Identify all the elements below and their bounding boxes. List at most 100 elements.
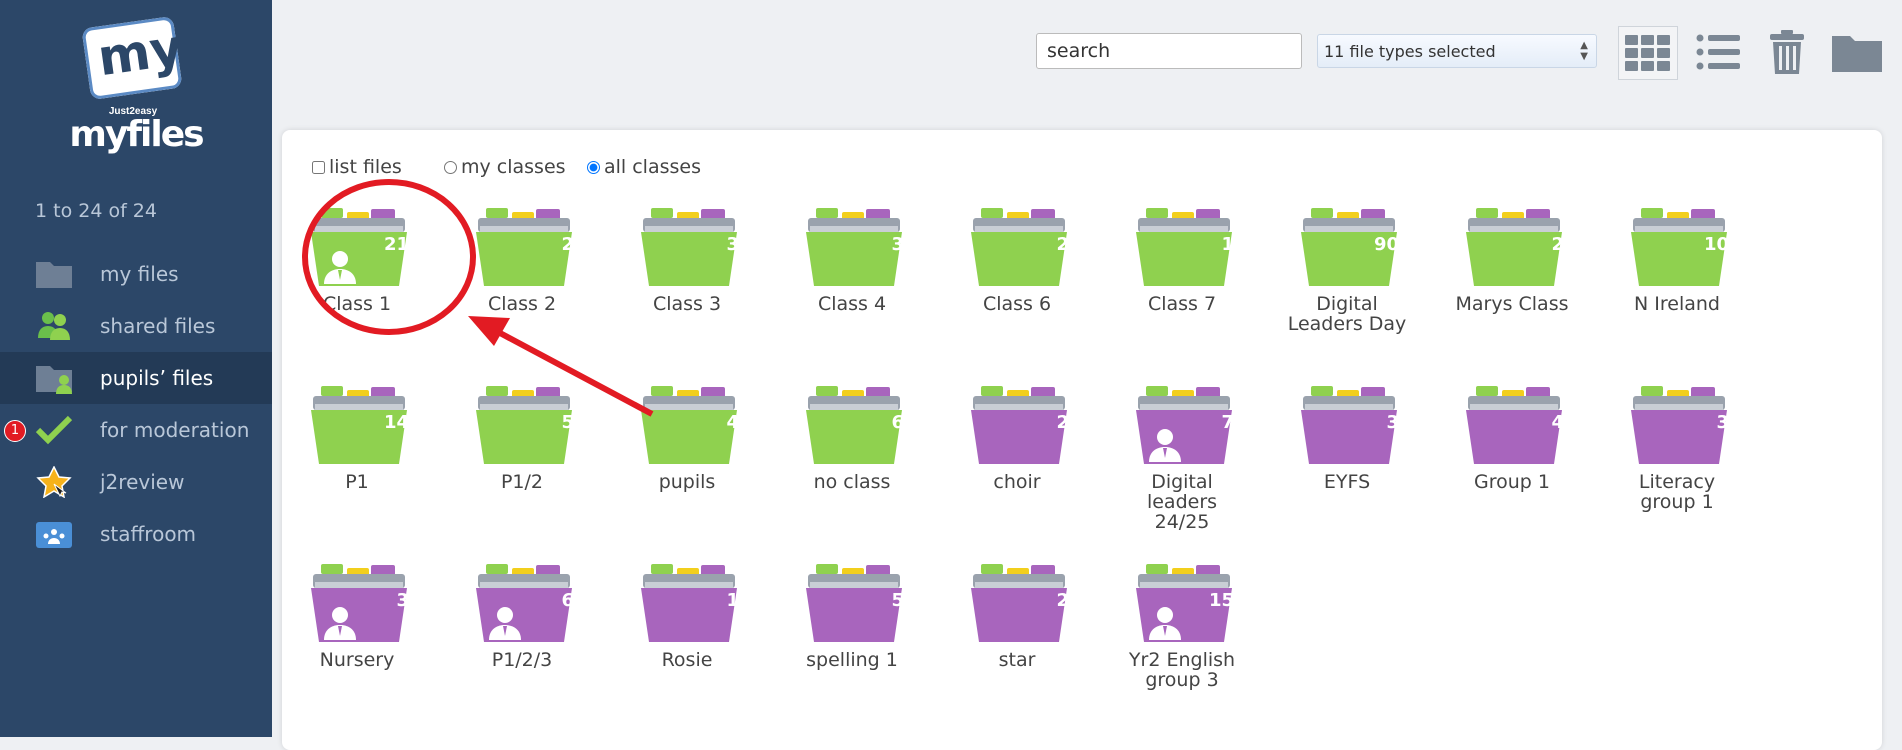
nav-label: j2review <box>100 470 185 494</box>
folder-item[interactable]: 6 P1/2/3 <box>447 562 597 712</box>
folder-name: Literacy group 1 <box>1638 471 1716 513</box>
list-view-icon[interactable] <box>1694 26 1744 78</box>
folder-count: 2 <box>1551 234 1564 255</box>
folder-item[interactable]: 2 Class 2 <box>447 206 597 356</box>
folder-count: 3 <box>396 590 409 611</box>
folder-count: 3 <box>891 234 904 255</box>
people-icon <box>38 312 70 340</box>
folder-item[interactable]: 2 Class 6 <box>942 206 1092 356</box>
folder-name: spelling 1 <box>806 649 898 671</box>
nav-item-j2review[interactable]: j2review <box>0 456 272 508</box>
folder-count: 6 <box>891 412 904 433</box>
folder-count: 4 <box>1551 412 1564 433</box>
folders-panel: list files my classes all classes 21 Clas… <box>282 130 1882 750</box>
nav-label: for moderation <box>100 418 250 442</box>
folder-item[interactable]: 1 Class 7 <box>1107 206 1257 356</box>
staffroom-icon <box>36 522 72 548</box>
select-arrows-icon: ▲ ▼ <box>1580 40 1588 62</box>
all-classes-option[interactable]: all classes <box>587 156 701 178</box>
folder-count: 7 <box>1221 412 1234 433</box>
folder-item[interactable]: 14 P1 <box>282 384 432 534</box>
folder-name: Yr2 English group 3 <box>1128 649 1236 691</box>
myfiles-logo[interactable]: my Just2easy myfiles <box>62 14 212 155</box>
grid-view-button[interactable] <box>1618 26 1678 80</box>
folder-count: 2 <box>561 234 574 255</box>
folder-count: 3 <box>726 234 739 255</box>
pupil-folder-icon <box>36 366 72 394</box>
folder-count: 3 <box>1716 412 1729 433</box>
folder-item[interactable]: 2 choir <box>942 384 1092 534</box>
file-types-select[interactable]: 11 file types selected ▲ ▼ <box>1317 34 1597 68</box>
list-files-checkbox[interactable] <box>312 160 325 174</box>
nav-item-pupils-files[interactable]: pupils’ files <box>0 352 272 404</box>
folder-count: 4 <box>726 412 739 433</box>
folder-item[interactable]: 2 Marys Class <box>1437 206 1587 356</box>
folder-count: 90 <box>1373 234 1399 255</box>
nav-item-for-moderation[interactable]: 1 for moderation <box>0 404 272 456</box>
folder-count: 10 <box>1703 234 1729 255</box>
folder-item[interactable]: 3 Class 4 <box>777 206 927 356</box>
my-classes-radio[interactable] <box>444 160 457 174</box>
folder-item[interactable]: 5 spelling 1 <box>777 562 927 712</box>
folder-name: N Ireland <box>1634 293 1720 315</box>
my-classes-label: my classes <box>461 156 566 178</box>
list-files-option[interactable]: list files <box>312 156 402 178</box>
folder-item[interactable]: 7 Digital leaders 24/25 <box>1107 384 1257 534</box>
grid-view-icon <box>1625 35 1670 71</box>
moderation-count-badge: 1 <box>4 420 26 442</box>
folder-name: Nursery <box>319 649 395 671</box>
nav-label: staffroom <box>100 522 197 546</box>
folder-name: Class 7 <box>1147 293 1217 315</box>
all-classes-radio[interactable] <box>587 160 600 174</box>
folder-count: 6 <box>561 590 574 611</box>
folder-item[interactable]: 1 Rosie <box>612 562 762 712</box>
folder-item[interactable]: 21 Class 1 <box>282 206 432 356</box>
folder-item[interactable]: 2 star <box>942 562 1092 712</box>
folder-count: 2 <box>1056 234 1069 255</box>
folder-count: 2 <box>1056 412 1069 433</box>
folder-name: Group 1 <box>1474 471 1550 493</box>
folder-name: EYFS <box>1323 471 1371 493</box>
folder-item[interactable]: 90 Digital Leaders Day <box>1272 206 1422 356</box>
folder-item[interactable]: 3 Class 3 <box>612 206 762 356</box>
folder-item[interactable]: 10 N Ireland <box>1602 206 1752 356</box>
folder-item[interactable]: 5 P1/2 <box>447 384 597 534</box>
folder-item[interactable]: 3 Nursery <box>282 562 432 712</box>
item-range-text: 1 to 24 of 24 <box>35 200 157 222</box>
folder-name: P1/2/3 <box>491 649 553 671</box>
folder-name: Digital leaders 24/25 <box>1146 471 1218 533</box>
folder-item[interactable]: 4 Group 1 <box>1437 384 1587 534</box>
nav-item-staffroom[interactable]: staffroom <box>0 508 272 560</box>
nav-label: my files <box>100 262 179 286</box>
folder-item[interactable]: 3 Literacy group 1 <box>1602 384 1752 534</box>
nav-label: pupils’ files <box>100 366 214 390</box>
folder-icon <box>36 262 72 288</box>
folder-name: Class 1 <box>322 293 392 315</box>
folder-name: no class <box>813 471 891 493</box>
checkmark-icon <box>35 415 73 445</box>
folder-count: 15 <box>1208 590 1234 611</box>
folder-count: 3 <box>1386 412 1399 433</box>
new-folder-icon[interactable] <box>1830 26 1884 78</box>
folder-item[interactable]: 15 Yr2 English group 3 <box>1107 562 1257 712</box>
search-input[interactable] <box>1036 33 1302 69</box>
folder-count: 21 <box>383 234 409 255</box>
folder-item[interactable]: 4 pupils <box>612 384 762 534</box>
folder-count: 14 <box>383 412 409 433</box>
folder-name: Class 2 <box>487 293 557 315</box>
folder-name: choir <box>993 471 1041 493</box>
nav-item-shared-files[interactable]: shared files <box>0 300 272 352</box>
star-icon <box>36 466 72 498</box>
folder-item[interactable]: 3 EYFS <box>1272 384 1422 534</box>
folder-name: Marys Class <box>1455 293 1569 315</box>
trash-icon[interactable] <box>1767 26 1807 78</box>
folder-name: Class 6 <box>982 293 1052 315</box>
logo-name-text: myfiles <box>69 114 204 155</box>
folder-count: 5 <box>891 590 904 611</box>
folder-name: Digital Leaders Day <box>1287 293 1407 335</box>
folder-item[interactable]: 6 no class <box>777 384 927 534</box>
my-classes-option[interactable]: my classes <box>444 156 566 178</box>
nav-item-my-files[interactable]: my files <box>0 248 272 300</box>
folder-name: star <box>998 649 1036 671</box>
folder-name: pupils <box>658 471 716 493</box>
